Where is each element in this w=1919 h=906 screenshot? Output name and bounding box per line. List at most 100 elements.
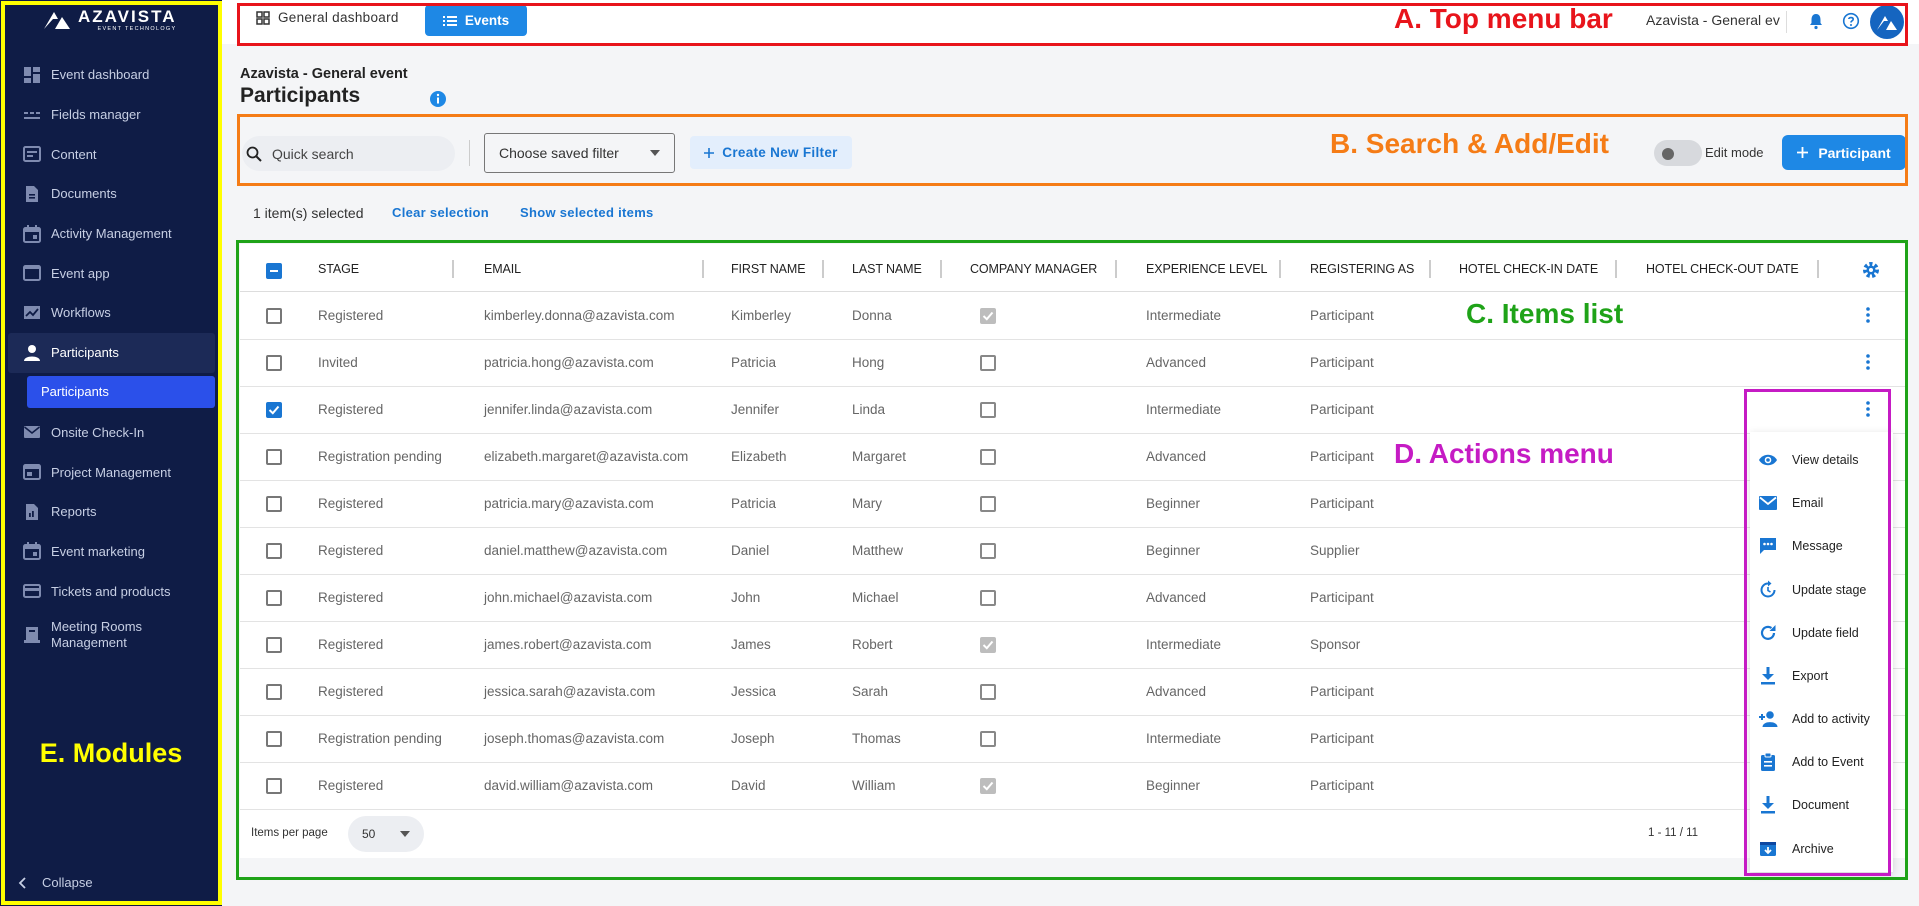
column-header-hotel-check-out-date[interactable]: HOTEL CHECK-OUT DATE: [1646, 262, 1799, 276]
clear-selection-link[interactable]: Clear selection: [392, 205, 489, 220]
sidebar-item-documents[interactable]: Documents: [8, 174, 215, 214]
column-header-registering-as[interactable]: REGISTERING AS: [1310, 262, 1414, 276]
sidebar-item-tickets-and-products[interactable]: Tickets and products: [8, 571, 215, 611]
company-manager-checkbox[interactable]: [980, 308, 996, 324]
row-select-checkbox[interactable]: [266, 637, 282, 653]
sidebar-item-meeting-rooms-management[interactable]: Meeting Rooms Management: [8, 611, 215, 659]
azavista-logo[interactable]: AZAVISTA EVENT TECHNOLOGY: [42, 8, 176, 33]
column-header-first-name[interactable]: FIRST NAME: [731, 262, 806, 276]
add-participant-button[interactable]: Participant: [1782, 135, 1906, 170]
gear-icon[interactable]: [1861, 260, 1881, 280]
table-row[interactable]: Registered jennifer.linda@azavista.com Jen…: [240, 387, 1907, 434]
select-all-checkbox[interactable]: [266, 263, 282, 279]
menu-item-update-stage[interactable]: Update stage: [1758, 575, 1866, 605]
company-manager-checkbox[interactable]: [980, 778, 996, 794]
table-row[interactable]: Registered patricia.mary@azavista.com Patr…: [240, 481, 1907, 528]
sidebar-item-content[interactable]: Content: [8, 134, 215, 174]
column-header-last-name[interactable]: LAST NAME: [852, 262, 922, 276]
show-selected-link[interactable]: Show selected items: [520, 205, 654, 220]
sidebar-item-event-marketing[interactable]: Event marketing: [8, 532, 215, 572]
row-select-checkbox[interactable]: [266, 496, 282, 512]
column-resize-handle[interactable]: [940, 260, 942, 278]
menu-item-export[interactable]: Export: [1758, 661, 1828, 691]
sidebar-item-activity-management[interactable]: Activity Management: [8, 214, 215, 254]
menu-item-add-to-event[interactable]: Add to Event: [1758, 747, 1864, 777]
company-manager-checkbox[interactable]: [980, 637, 996, 653]
column-resize-handle[interactable]: [822, 260, 824, 278]
column-resize-handle[interactable]: [1115, 260, 1117, 278]
sidebar-item-participants[interactable]: Participants: [8, 332, 215, 373]
column-header-company-manager[interactable]: COMPANY MANAGER: [970, 262, 1097, 276]
table-row[interactable]: Registered david.william@azavista.com Davi…: [240, 763, 1907, 810]
menu-item-document[interactable]: Document: [1758, 790, 1849, 820]
row-select-checkbox[interactable]: [266, 590, 282, 606]
row-select-checkbox[interactable]: [266, 731, 282, 747]
row-select-checkbox[interactable]: [266, 355, 282, 371]
row-select-checkbox[interactable]: [266, 402, 282, 418]
sidebar-item-reports[interactable]: Reports: [8, 492, 215, 532]
help-icon[interactable]: [1842, 12, 1860, 30]
sidebar-item-onsite-check-in[interactable]: Onsite Check-In: [8, 413, 215, 453]
menu-item-archive[interactable]: Archive: [1758, 834, 1834, 864]
avatar[interactable]: [1870, 5, 1904, 39]
items-per-page-select[interactable]: 50: [348, 816, 424, 852]
row-select-checkbox[interactable]: [266, 543, 282, 559]
table-row[interactable]: Registered james.robert@azavista.com James…: [240, 622, 1907, 669]
menu-item-add-to-activity[interactable]: Add to activity: [1758, 704, 1870, 734]
menu-item-email[interactable]: Email: [1758, 488, 1823, 518]
quick-search-input[interactable]: Quick search: [242, 136, 455, 171]
table-row[interactable]: Registration pending joseph.thomas@azavis…: [240, 716, 1907, 763]
column-resize-handle[interactable]: [1429, 260, 1431, 278]
row-actions-kebab-icon[interactable]: [1866, 307, 1870, 328]
sidebar-item-event-dashboard[interactable]: Event dashboard: [8, 55, 215, 95]
table-row[interactable]: Registration pending elizabeth.margaret@a…: [240, 434, 1907, 481]
column-resize-handle[interactable]: [1817, 260, 1819, 278]
company-manager-checkbox[interactable]: [980, 590, 996, 606]
row-select-checkbox[interactable]: [266, 778, 282, 794]
column-header-email[interactable]: EMAIL: [484, 262, 521, 276]
bell-icon[interactable]: [1808, 12, 1824, 30]
row-actions-kebab-icon[interactable]: [1866, 354, 1870, 375]
collapse-button[interactable]: Collapse: [18, 875, 93, 890]
company-manager-checkbox[interactable]: [980, 402, 996, 418]
row-select-checkbox[interactable]: [266, 684, 282, 700]
table-row[interactable]: Registered jessica.sarah@azavista.com Jess…: [240, 669, 1907, 716]
menu-item-update-field[interactable]: Update field: [1758, 618, 1859, 648]
column-header-experience-level[interactable]: EXPERIENCE LEVEL: [1146, 262, 1267, 276]
menu-item-view-details[interactable]: View details: [1758, 445, 1858, 475]
company-manager-checkbox[interactable]: [980, 449, 996, 465]
sidebar-item-workflows[interactable]: Workflows: [8, 293, 215, 333]
table-row[interactable]: Registered kimberley.donna@azavista.com Ki…: [240, 293, 1907, 340]
general-dashboard-link[interactable]: General dashboard: [256, 10, 399, 25]
company-manager-checkbox[interactable]: [980, 684, 996, 700]
table-row[interactable]: Registered john.michael@azavista.com John M…: [240, 575, 1907, 622]
company-manager-checkbox[interactable]: [980, 355, 996, 371]
edit-mode-toggle[interactable]: [1654, 140, 1702, 166]
sidebar-item-project-management[interactable]: Project Management: [8, 452, 215, 492]
company-manager-checkbox[interactable]: [980, 496, 996, 512]
row-actions-kebab-icon[interactable]: [1866, 401, 1870, 422]
column-resize-handle[interactable]: [1615, 260, 1617, 278]
column-resize-handle[interactable]: [1279, 260, 1281, 278]
sidebar-item-fields-manager[interactable]: Fields manager: [8, 95, 215, 135]
column-header-stage[interactable]: STAGE: [318, 262, 359, 276]
column-resize-handle[interactable]: [452, 260, 454, 278]
company-manager-checkbox[interactable]: [980, 731, 996, 747]
table-row[interactable]: Invited patricia.hong@azavista.com Patrici…: [240, 340, 1907, 387]
general-dashboard-label: General dashboard: [278, 10, 399, 25]
event-search[interactable]: Azavista - General event: [1640, 12, 1780, 28]
row-select-checkbox[interactable]: [266, 308, 282, 324]
events-button[interactable]: Events: [425, 5, 527, 36]
row-select-checkbox[interactable]: [266, 449, 282, 465]
saved-filter-select[interactable]: Choose saved filter: [484, 133, 675, 173]
sidebar-item-event-app[interactable]: Event app: [8, 253, 215, 293]
company-manager-checkbox[interactable]: [980, 543, 996, 559]
create-filter-button[interactable]: Create New Filter: [690, 136, 852, 169]
table-row[interactable]: Registered daniel.matthew@azavista.com Dan…: [240, 528, 1907, 575]
info-icon[interactable]: [429, 90, 447, 108]
sidebar-subitem-participants[interactable]: Participants: [27, 375, 215, 408]
column-resize-handle[interactable]: [702, 260, 704, 278]
caret-down-icon: [650, 150, 660, 156]
menu-item-message[interactable]: Message: [1758, 531, 1843, 561]
column-header-hotel-check-in-date[interactable]: HOTEL CHECK-IN DATE: [1459, 262, 1598, 276]
